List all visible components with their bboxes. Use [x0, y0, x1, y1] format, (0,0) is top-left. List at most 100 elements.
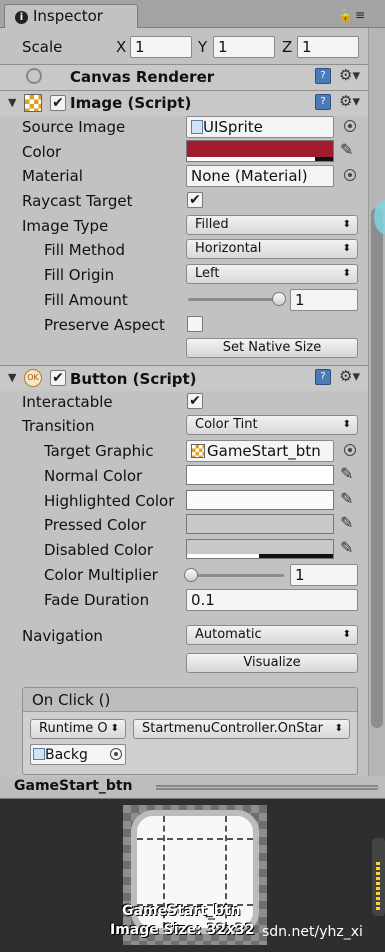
gear-icon[interactable]: ⚙▾: [339, 66, 360, 84]
scale-z-label[interactable]: Z: [282, 38, 292, 56]
foldout-arrow-icon[interactable]: ▼: [8, 371, 16, 384]
watermark: sdn.net/yhz_xi: [262, 924, 363, 940]
scale-y-label[interactable]: Y: [198, 38, 207, 56]
preview-caption-size: Image Size: 32x32: [110, 922, 255, 938]
scale-z-field[interactable]: 1: [297, 36, 359, 58]
eyedropper-icon[interactable]: ✎: [340, 538, 353, 557]
dropdown-arrow-icon: ⬍: [342, 629, 351, 640]
button-enabled-checkbox[interactable]: ✔: [50, 370, 66, 386]
color-swatch[interactable]: [186, 140, 334, 162]
drag-handle[interactable]: [156, 785, 378, 790]
scale-x-label[interactable]: X: [116, 38, 126, 56]
fill-method-value: Horizontal: [195, 241, 262, 256]
color-label: Color: [22, 143, 62, 161]
dropdown-arrow-icon: ⬍: [110, 723, 119, 734]
alpha-bar-end: [259, 554, 333, 558]
preview-bar[interactable]: GameStart_btn: [0, 777, 385, 799]
image-enabled-checkbox[interactable]: ✔: [50, 95, 66, 111]
gear-icon[interactable]: ⚙▾: [339, 367, 360, 385]
pressed-color-swatch[interactable]: [186, 514, 334, 534]
raycast-label: Raycast Target: [22, 192, 133, 210]
dropdown-arrow-icon: ⬍: [342, 419, 351, 430]
disabled-color-swatch[interactable]: [186, 539, 334, 559]
object-picker-icon[interactable]: [110, 748, 122, 760]
fade-duration-field[interactable]: 0.1: [186, 589, 358, 611]
target-graphic-field[interactable]: GameStart_btn: [186, 440, 334, 462]
image-component-icon: [191, 444, 205, 458]
multiplier-field[interactable]: 1: [290, 564, 358, 586]
navigation-dropdown[interactable]: Automatic ⬍: [186, 625, 358, 645]
scrollbar-thumb[interactable]: [371, 208, 383, 728]
meter-bars: [376, 862, 380, 910]
material-field[interactable]: None (Material): [186, 165, 334, 187]
dropdown-arrow-icon: ⬍: [342, 268, 351, 279]
multiplier-slider-track[interactable]: [188, 574, 284, 577]
image-title: Image (Script): [70, 94, 192, 112]
scale-label: Scale: [22, 38, 63, 56]
function-value: StartmenuController.OnStar: [142, 721, 323, 736]
fill-origin-label: Fill Origin: [44, 266, 115, 284]
object-picker-icon[interactable]: [344, 169, 356, 181]
preview-title: GameStart_btn: [14, 778, 133, 794]
alpha-bar: [187, 554, 259, 558]
transition-dropdown[interactable]: Color Tint ⬍: [186, 415, 358, 435]
source-image-value: UISprite: [203, 118, 263, 136]
help-book-icon[interactable]: ?: [315, 94, 331, 110]
help-book-icon[interactable]: ?: [315, 68, 331, 84]
tab-options-icons[interactable]: 🔒≡: [338, 8, 367, 22]
function-dropdown[interactable]: StartmenuController.OnStar ⬍: [133, 719, 350, 739]
gear-icon[interactable]: ⚙▾: [339, 92, 360, 110]
foldout-arrow-icon[interactable]: ▼: [8, 96, 16, 109]
source-image-label: Source Image: [22, 118, 126, 136]
inspector-scrollbar[interactable]: [368, 28, 385, 776]
transition-label: Transition: [22, 417, 95, 435]
sprite-icon: [191, 120, 203, 134]
fill-origin-dropdown[interactable]: Left ⬍: [186, 264, 358, 284]
normal-color-swatch[interactable]: [186, 465, 334, 485]
image-component-icon: [24, 94, 42, 112]
fill-amount-label: Fill Amount: [44, 291, 128, 309]
tab-inspector[interactable]: i Inspector: [4, 4, 138, 28]
navigation-label: Navigation: [22, 627, 103, 645]
runtime-dropdown[interactable]: Runtime O ⬍: [30, 719, 126, 739]
eyedropper-icon[interactable]: ✎: [340, 489, 353, 508]
button-title: Button (Script): [70, 370, 197, 388]
scale-x-field[interactable]: 1: [130, 36, 192, 58]
image-type-label: Image Type: [22, 217, 109, 235]
tab-title: Inspector: [33, 7, 103, 25]
fill-origin-value: Left: [195, 266, 220, 281]
fill-method-label: Fill Method: [44, 241, 126, 259]
fill-amount-slider-track[interactable]: [188, 298, 284, 301]
border-guide: [137, 838, 253, 840]
dropdown-arrow-icon: ⬍: [342, 243, 351, 254]
fade-duration-label: Fade Duration: [44, 591, 150, 609]
transition-value: Color Tint: [195, 417, 258, 432]
scale-y-field[interactable]: 1: [213, 36, 275, 58]
target-object-value: Backg: [45, 747, 88, 763]
interactable-checkbox[interactable]: ✔: [187, 393, 203, 409]
dropdown-arrow-icon: ⬍: [334, 723, 343, 734]
color-multiplier-label: Color Multiplier: [44, 566, 158, 584]
eyedropper-icon[interactable]: ✎: [340, 513, 353, 532]
eyedropper-icon[interactable]: ✎: [340, 464, 353, 483]
button-component-icon: OK: [24, 369, 42, 387]
object-picker-icon[interactable]: [344, 120, 356, 132]
multiplier-slider-knob[interactable]: [184, 568, 198, 582]
eyedropper-icon[interactable]: ✎: [340, 140, 353, 159]
eye-icon: [26, 68, 42, 84]
visualize-button[interactable]: Visualize: [186, 653, 358, 673]
target-graphic-label: Target Graphic: [44, 442, 154, 460]
preserve-aspect-checkbox[interactable]: [187, 316, 203, 332]
fill-amount-field[interactable]: 1: [290, 289, 358, 311]
source-image-field[interactable]: UISprite: [186, 116, 334, 138]
fill-amount-slider-knob[interactable]: [272, 292, 286, 306]
object-picker-icon[interactable]: [344, 444, 356, 456]
raycast-checkbox[interactable]: ✔: [187, 192, 203, 208]
help-book-icon[interactable]: ?: [315, 369, 331, 385]
preview-caption-name: GameStart_btn: [122, 903, 241, 919]
highlighted-color-swatch[interactable]: [186, 490, 334, 510]
set-native-size-button[interactable]: Set Native Size: [186, 338, 358, 358]
sprite-icon: [33, 748, 45, 760]
image-type-dropdown[interactable]: Filled ⬍: [186, 215, 358, 235]
fill-method-dropdown[interactable]: Horizontal ⬍: [186, 239, 358, 259]
